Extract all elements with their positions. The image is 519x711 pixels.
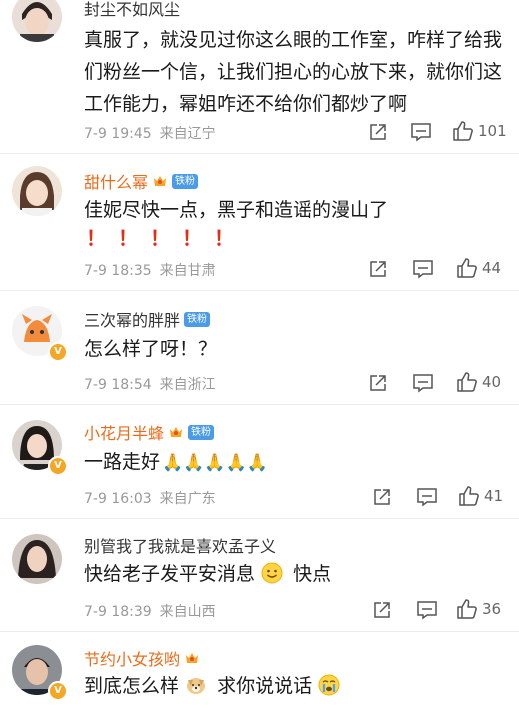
comment-text-body: 一路走好 <box>84 451 161 473</box>
fan-badge: 铁粉 <box>172 173 199 189</box>
comment-meta: 7-9 16:03 来自广东 <box>84 488 216 508</box>
share-button[interactable] <box>368 373 388 393</box>
crown-icon <box>154 176 167 186</box>
like-button[interactable]: 101 <box>452 120 507 142</box>
share-icon <box>370 261 386 277</box>
comment-button[interactable] <box>412 373 434 393</box>
like-count: 36 <box>482 600 502 618</box>
avatar[interactable] <box>12 534 62 584</box>
like-count: 101 <box>478 122 507 140</box>
like-icon <box>459 486 479 506</box>
location: 来自辽宁 <box>159 126 216 142</box>
comment-meta: 7-9 18:39 来自山西 <box>84 601 216 621</box>
username[interactable]: 别管我了我就是喜欢孟子义 <box>84 533 276 557</box>
comment-meta: 7-9 19:45 来自辽宁 <box>84 123 216 143</box>
comment-text: 怎么样了呀！？ <box>84 338 218 360</box>
crown-icon <box>186 653 199 663</box>
like-button[interactable]: 36 <box>456 598 501 620</box>
like-icon <box>457 258 477 278</box>
username[interactable]: 小花月半蜂 <box>84 420 164 444</box>
comment-button[interactable] <box>416 600 438 620</box>
comment-icon <box>411 123 431 142</box>
like-count: 44 <box>482 259 502 277</box>
location: 来自广东 <box>159 491 216 507</box>
like-button[interactable]: 41 <box>458 485 503 507</box>
username[interactable]: 三次幂的胖胖 <box>84 307 180 331</box>
comment-text-part1: 快给老子发平安消息 <box>84 563 256 585</box>
timestamp: 7-9 19:45 <box>84 126 152 142</box>
share-button[interactable] <box>372 487 392 507</box>
location: 来自山西 <box>159 604 216 620</box>
comment-button[interactable] <box>416 487 438 507</box>
comment-icon <box>417 601 437 620</box>
fan-badge: 铁粉 <box>184 311 211 327</box>
comment-text-part2: 快点 <box>293 563 332 585</box>
share-icon <box>374 602 390 618</box>
comment-text: 真服了，就没见过你这么眼的工作室，咋样了给我们粉丝一个信，让我们担心的心放下来，… <box>84 29 503 115</box>
comment-icon <box>417 488 437 507</box>
like-count: 41 <box>484 487 504 505</box>
share-icon <box>374 489 390 505</box>
comment-text: 到底怎么样 求你说说话 <box>84 670 504 702</box>
divider <box>0 153 519 154</box>
share-icon <box>370 375 386 391</box>
divider <box>0 631 519 632</box>
comment-button[interactable] <box>410 122 432 142</box>
verified-badge: V <box>48 342 68 362</box>
comment-text-part1: 到底怎么样 <box>84 675 180 697</box>
pray-emoji: 🙏🙏🙏🙏🙏 <box>162 453 268 473</box>
like-icon <box>457 372 477 392</box>
comment-button[interactable] <box>412 259 434 279</box>
location: 来自甘肃 <box>159 263 216 279</box>
comment-meta: 7-9 18:35 来自甘肃 <box>84 260 216 280</box>
timestamp: 7-9 16:03 <box>84 491 152 507</box>
exclamation-marks: ！！！！！ <box>86 226 246 250</box>
like-button[interactable]: 40 <box>456 371 501 393</box>
timestamp: 7-9 18:35 <box>84 263 152 279</box>
divider <box>0 290 519 291</box>
username[interactable]: 封尘不如风尘 <box>84 0 180 20</box>
share-button[interactable] <box>368 259 388 279</box>
username[interactable]: 甜什么幂 <box>84 169 148 193</box>
username[interactable]: 节约小女孩哟 <box>84 646 180 670</box>
doge-emoji-icon <box>187 678 206 694</box>
divider <box>0 404 519 405</box>
timestamp: 7-9 18:54 <box>84 377 152 393</box>
share-button[interactable] <box>372 600 392 620</box>
share-button[interactable] <box>368 122 388 142</box>
like-icon <box>453 121 473 141</box>
smile-emoji-icon <box>261 562 283 584</box>
fan-badge: 铁粉 <box>188 424 215 440</box>
comment-text: 一路走好 🙏🙏🙏🙏🙏 <box>84 446 504 479</box>
comment-icon <box>413 260 433 279</box>
avatar[interactable] <box>12 166 62 216</box>
share-icon <box>370 124 386 140</box>
crown-icon <box>170 427 183 437</box>
like-count: 40 <box>482 373 502 391</box>
verified-badge: V <box>48 456 68 476</box>
like-button[interactable]: 44 <box>456 257 501 279</box>
comment-icon <box>413 374 433 393</box>
comment-text-part2: 求你说说话 <box>217 675 313 697</box>
divider <box>0 518 519 519</box>
timestamp: 7-9 18:39 <box>84 604 152 620</box>
crying-emoji-icon <box>318 674 340 696</box>
verified-badge: V <box>48 681 68 701</box>
like-icon <box>457 599 477 619</box>
avatar[interactable] <box>12 0 62 42</box>
location: 来自浙江 <box>159 377 216 393</box>
comment-text: 快给老子发平安消息 快点 <box>84 558 504 590</box>
comment-meta: 7-9 18:54 来自浙江 <box>84 374 216 394</box>
